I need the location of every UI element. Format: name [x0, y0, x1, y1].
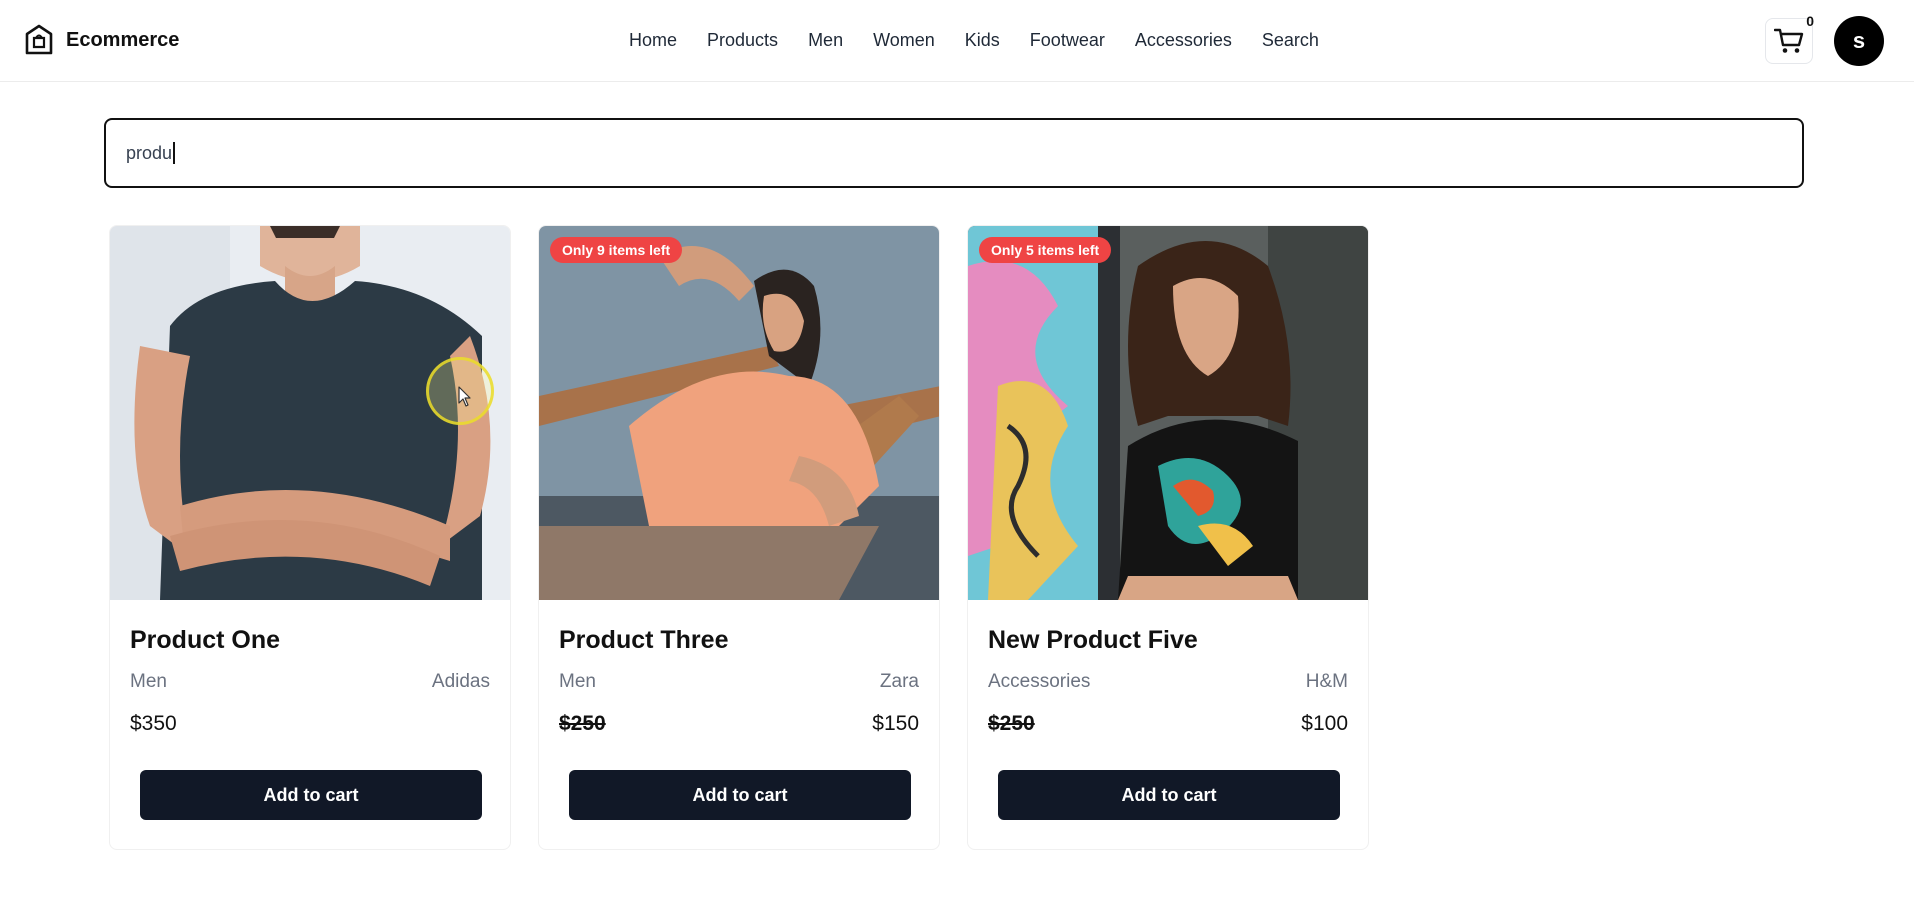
- product-image[interactable]: Only 9 items left: [539, 226, 939, 600]
- product-category: Men: [559, 671, 596, 692]
- product-title[interactable]: New Product Five: [988, 626, 1198, 655]
- mouse-pointer-icon: [458, 386, 471, 407]
- nav-footwear[interactable]: Footwear: [1030, 30, 1105, 51]
- nav-products[interactable]: Products: [707, 30, 778, 51]
- product-brand: H&M: [1305, 671, 1348, 692]
- product-category: Accessories: [988, 671, 1091, 692]
- nav-women[interactable]: Women: [873, 30, 935, 51]
- main-nav: Home Products Men Women Kids Footwear Ac…: [629, 30, 1319, 51]
- brand[interactable]: Ecommerce: [24, 24, 179, 56]
- user-avatar[interactable]: s: [1834, 16, 1884, 66]
- home-bag-icon: [25, 24, 53, 55]
- product-meta: Men Zara: [559, 671, 919, 693]
- nav-home[interactable]: Home: [629, 30, 677, 51]
- nav-men[interactable]: Men: [808, 30, 843, 51]
- nav-search[interactable]: Search: [1262, 30, 1319, 51]
- stock-badge: Only 9 items left: [550, 237, 683, 263]
- product-meta: Accessories H&M: [988, 671, 1348, 693]
- nav-accessories[interactable]: Accessories: [1135, 30, 1232, 51]
- product-card[interactable]: Only 5 items left New Product Five Acces…: [967, 225, 1369, 850]
- text-caret: [173, 142, 176, 164]
- product-brand: Adidas: [431, 671, 490, 692]
- search-input[interactable]: produ: [104, 118, 1804, 188]
- product-category: Men: [130, 671, 167, 692]
- stock-badge: Only 5 items left: [979, 237, 1112, 263]
- product-card[interactable]: Product One Men Adidas $350 Add to cart: [109, 225, 511, 850]
- product-price-row: $350: [130, 712, 490, 736]
- nav-kids[interactable]: Kids: [965, 30, 1000, 51]
- product-old-price: $250: [988, 712, 1035, 735]
- product-title[interactable]: Product Three: [559, 626, 728, 655]
- product-title[interactable]: Product One: [130, 626, 280, 655]
- product-price-row: $250 $100: [988, 712, 1348, 736]
- add-to-cart-button[interactable]: Add to cart: [569, 770, 911, 820]
- product-price: $350: [130, 712, 177, 735]
- product-price: $150: [872, 712, 919, 735]
- product-meta: Men Adidas: [130, 671, 490, 693]
- add-to-cart-button[interactable]: Add to cart: [140, 770, 482, 820]
- product-brand: Zara: [879, 671, 919, 692]
- product-image[interactable]: Only 5 items left: [968, 226, 1368, 600]
- cart-button[interactable]: 0: [1765, 13, 1814, 64]
- product-card[interactable]: Only 9 items left Product Three Men Zara…: [538, 225, 940, 850]
- search-input-value: produ: [126, 142, 173, 163]
- add-to-cart-button[interactable]: Add to cart: [998, 770, 1340, 820]
- product-old-price: $250: [559, 712, 606, 735]
- product-price-row: $250 $150: [559, 712, 919, 736]
- product-price: $100: [1301, 712, 1348, 735]
- cart-icon: [1774, 28, 1804, 53]
- top-navbar: Ecommerce Home Products Men Women Kids F…: [0, 0, 1914, 82]
- cart-count-badge: 0: [1806, 13, 1814, 29]
- brand-name: Ecommerce: [66, 28, 180, 51]
